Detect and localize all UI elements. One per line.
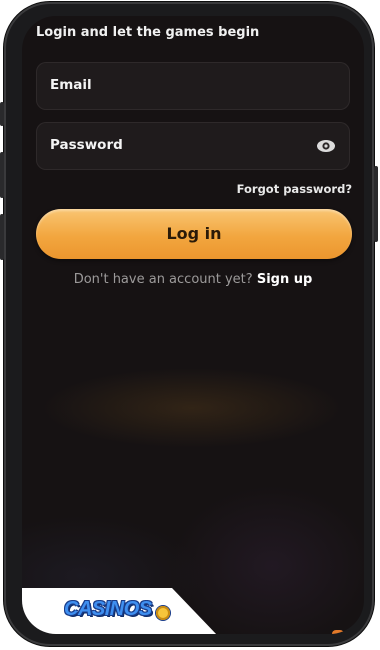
login-headline: Login and let the games begin: [36, 25, 260, 40]
login-button[interactable]: Log in: [36, 209, 352, 259]
phone-side-button: [0, 102, 4, 126]
password-field[interactable]: Password: [36, 122, 350, 170]
phone-power-button: [374, 166, 378, 242]
forgot-password-link[interactable]: Forgot password?: [237, 182, 352, 196]
corner-indicator: [332, 630, 344, 634]
phone-frame: Login and let the games begin Email Pass…: [0, 2, 378, 646]
phone-volume-down-button: [0, 214, 4, 260]
coin-icon: [156, 606, 170, 620]
password-field-label: Password: [50, 137, 123, 153]
signup-prompt: Don't have an account yet?: [73, 272, 253, 287]
email-field[interactable]: Email: [36, 62, 350, 110]
brand-badge: CASINOS: [22, 588, 218, 634]
app-screen: Login and let the games begin Email Pass…: [22, 16, 364, 634]
brand-logo: CASINOS: [64, 598, 152, 620]
signup-link[interactable]: Sign up: [257, 272, 312, 287]
eye-icon[interactable]: [316, 138, 336, 154]
email-field-label: Email: [50, 77, 92, 93]
signup-row: Don't have an account yet? Sign up: [22, 272, 364, 287]
phone-volume-up-button: [0, 152, 4, 198]
